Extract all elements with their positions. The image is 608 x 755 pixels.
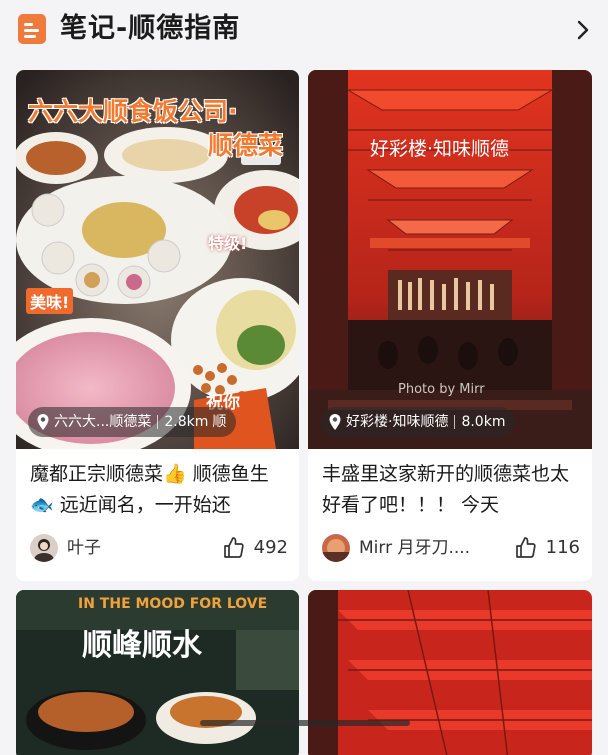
avatar[interactable] bbox=[322, 534, 350, 562]
header: 笔记-顺德指南 bbox=[0, 0, 608, 64]
location-distance: 8.0km bbox=[461, 414, 506, 430]
overlay-subtitle: 顺德菜 bbox=[208, 131, 284, 160]
note-card[interactable]: 好彩楼·知味顺德 Photo by Mirr 好彩楼·知味顺德 8.0km 丰盛… bbox=[308, 70, 592, 581]
location-name: 好彩楼·知味顺德 bbox=[346, 414, 449, 430]
avatar[interactable] bbox=[30, 534, 58, 562]
location-tag[interactable]: 好彩楼·知味顺德 8.0km bbox=[320, 407, 516, 437]
scroll-indicator[interactable] bbox=[200, 720, 410, 726]
thumbs-up-icon bbox=[515, 537, 536, 558]
note-icon bbox=[18, 14, 46, 44]
chevron-right-icon[interactable] bbox=[572, 18, 594, 42]
note-description[interactable]: 魔都正宗顺德菜👍 顺德鱼生🐟 远近闻名，一开始还 bbox=[30, 459, 288, 521]
divider bbox=[157, 415, 159, 429]
overlay-title: 顺峰顺水 bbox=[82, 628, 202, 663]
location-pin-icon bbox=[37, 414, 49, 430]
watermark-text: Photo by Mirr bbox=[398, 382, 485, 397]
note-card[interactable]: IN THE MOOD FOR LOVE 顺峰顺水 bbox=[16, 590, 299, 755]
page-title: 笔记-顺德指南 bbox=[60, 13, 241, 44]
like-button[interactable]: 116 bbox=[514, 536, 580, 560]
like-count: 116 bbox=[545, 537, 580, 558]
thumbs-up-icon bbox=[223, 537, 244, 558]
overlay-top-text: IN THE MOOD FOR LOVE bbox=[78, 596, 268, 612]
overlay-title: 六六大顺食饭公司· bbox=[28, 97, 238, 126]
author-name[interactable]: Mirr 月牙刀.... bbox=[359, 536, 470, 560]
sticker-text: 特级! bbox=[208, 234, 248, 253]
overlay-title: 好彩楼·知味顺德 bbox=[370, 138, 510, 160]
note-cover-image[interactable]: 好彩楼·知味顺德 Photo by Mirr 好彩楼·知味顺德 8.0km bbox=[308, 70, 592, 449]
note-cover-image[interactable]: 六六大顺食饭公司· 顺德菜 特级! 美味! 祝你 六六大...顺德菜 2.8km… bbox=[16, 70, 299, 449]
note-meta: 叶子 492 bbox=[30, 532, 288, 564]
note-card[interactable] bbox=[308, 590, 592, 755]
author-name[interactable]: 叶子 bbox=[67, 536, 101, 560]
location-tag[interactable]: 六六大...顺德菜 2.8km 顺 bbox=[28, 407, 237, 437]
location-name: 六六大...顺德菜 bbox=[54, 414, 152, 430]
food-photo bbox=[16, 590, 299, 755]
note-cover-image[interactable] bbox=[308, 590, 592, 755]
note-cover-image[interactable]: IN THE MOOD FOR LOVE 顺峰顺水 bbox=[16, 590, 299, 755]
restaurant-photo bbox=[308, 590, 592, 755]
note-card[interactable]: 六六大顺食饭公司· 顺德菜 特级! 美味! 祝你 六六大...顺德菜 2.8km… bbox=[16, 70, 299, 581]
like-count: 492 bbox=[253, 537, 288, 558]
divider bbox=[454, 415, 456, 429]
sticker-text: 美味! bbox=[26, 288, 74, 314]
note-description[interactable]: 丰盛里这家新开的顺德菜也太好看了吧！！！ 今天 bbox=[322, 459, 580, 521]
note-meta: Mirr 月牙刀.... 116 bbox=[322, 532, 580, 564]
location-distance: 2.8km bbox=[164, 414, 209, 430]
location-pin-icon bbox=[329, 414, 341, 430]
location-suffix: 顺 bbox=[212, 414, 227, 430]
like-button[interactable]: 492 bbox=[222, 536, 288, 560]
